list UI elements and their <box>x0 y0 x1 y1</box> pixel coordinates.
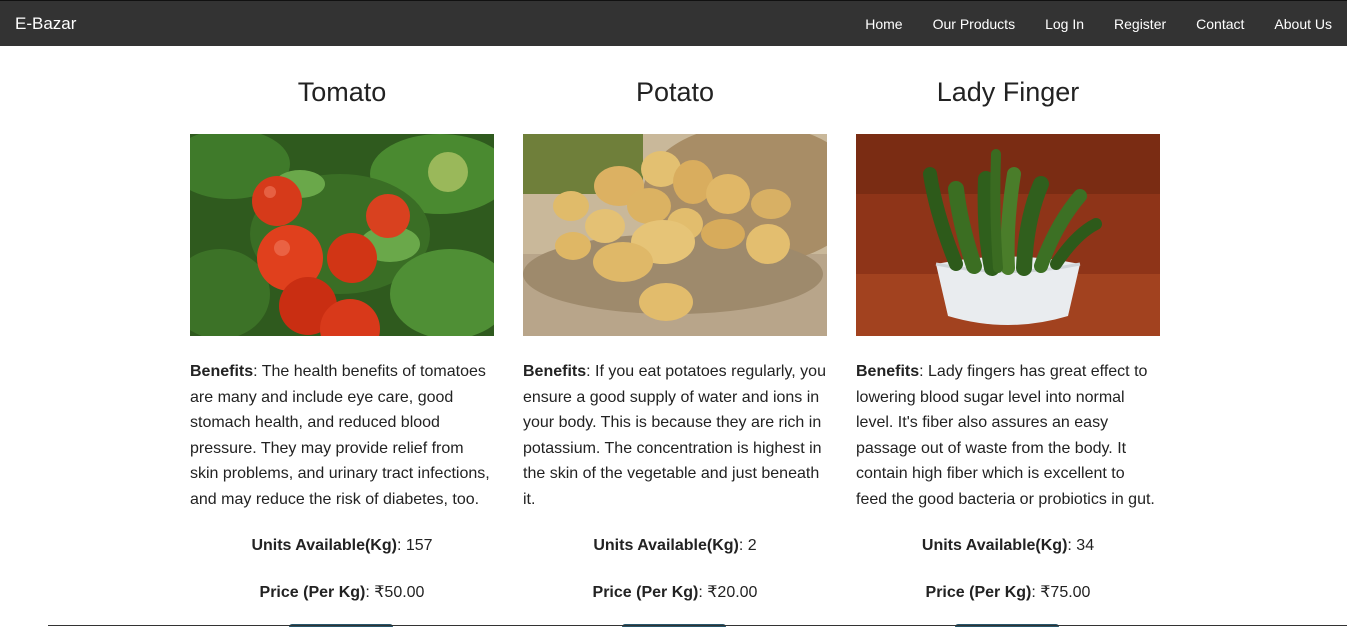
price-per-kg: Price (Per Kg): ₹75.00 <box>856 582 1160 602</box>
product-title: Potato <box>635 77 715 107</box>
brand-logo[interactable]: E-Bazar <box>15 14 76 34</box>
top-navbar: E-Bazar Home Our Products Log In Registe… <box>0 0 1347 46</box>
price-per-kg: Price (Per Kg): ₹20.00 <box>523 582 827 602</box>
units-label: Units Available(Kg) <box>251 537 397 554</box>
units-available: Units Available(Kg): 34 <box>856 537 1160 555</box>
main-nav: Home Our Products Log In Register Contac… <box>850 1 1347 47</box>
price-value: : ₹75.00 <box>1031 584 1091 601</box>
units-label: Units Available(Kg) <box>921 537 1068 554</box>
benefits-text: : Lady fingers has great effect to lower… <box>856 363 1155 508</box>
benefits-text: : The health benefits of tomatoes are ma… <box>190 363 490 508</box>
nav-about-us[interactable]: About Us <box>1259 1 1347 47</box>
benefits-label: Benefits <box>190 363 254 380</box>
price-value: : ₹20.00 <box>698 584 758 601</box>
product-benefits: Benefits: If you eat potatoes regularly,… <box>523 359 827 513</box>
nav-log-in[interactable]: Log In <box>1030 1 1099 47</box>
units-label: Units Available(Kg) <box>593 537 739 554</box>
benefits-label: Benefits <box>856 363 920 380</box>
benefits-text: : If you eat potatoes regularly, you ens… <box>523 363 826 508</box>
nav-contact[interactable]: Contact <box>1181 1 1259 47</box>
price-per-kg: Price (Per Kg): ₹50.00 <box>190 582 494 602</box>
product-title: Lady Finger <box>936 77 1080 107</box>
nav-home[interactable]: Home <box>850 1 917 47</box>
product-benefits: Benefits: The health benefits of tomatoe… <box>190 359 494 513</box>
section-divider <box>48 625 1347 626</box>
product-title: Tomato <box>297 77 387 107</box>
benefits-label: Benefits <box>523 363 587 380</box>
nav-register[interactable]: Register <box>1099 1 1181 47</box>
product-image-lady-finger <box>856 134 1160 336</box>
product-benefits: Benefits: Lady fingers has great effect … <box>856 359 1160 513</box>
nav-our-products[interactable]: Our Products <box>918 1 1030 47</box>
units-value: : 157 <box>396 537 433 554</box>
price-label: Price (Per Kg) <box>592 584 699 601</box>
price-value: : ₹50.00 <box>365 584 425 601</box>
units-value: : 2 <box>738 537 757 554</box>
price-label: Price (Per Kg) <box>259 584 366 601</box>
units-available: Units Available(Kg): 2 <box>523 537 827 555</box>
units-value: : 34 <box>1067 537 1095 554</box>
product-image-potato <box>523 134 827 336</box>
product-image-tomato <box>190 134 494 336</box>
units-available: Units Available(Kg): 157 <box>190 537 494 555</box>
price-label: Price (Per Kg) <box>925 584 1032 601</box>
